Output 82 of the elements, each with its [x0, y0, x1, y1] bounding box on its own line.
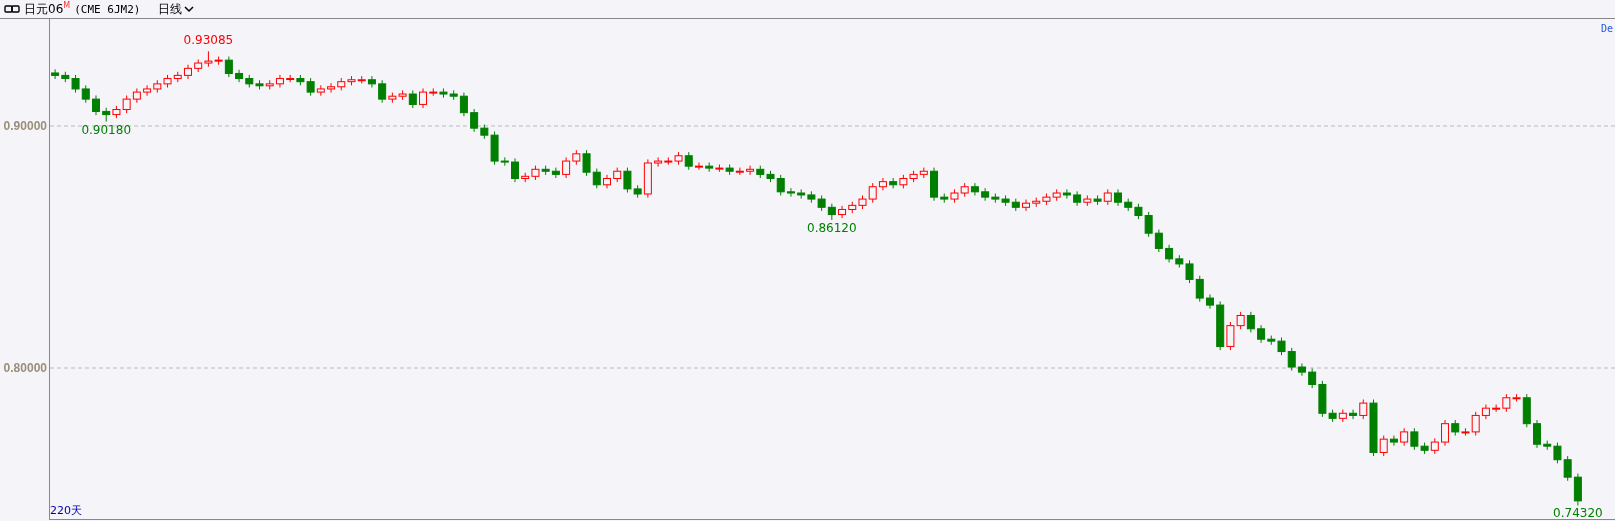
- candlestick: [153, 79, 162, 94]
- candlestick: [848, 201, 857, 214]
- candlestick: [1563, 455, 1572, 482]
- candlestick: [1073, 190, 1082, 207]
- candlestick: [337, 77, 346, 91]
- corner-label: De: [1600, 23, 1613, 34]
- contract-code: (CME 6JM2): [74, 2, 141, 16]
- candlestick: [275, 74, 284, 88]
- candlestick: [970, 182, 979, 196]
- candlestick: [92, 95, 100, 116]
- candlestick: [235, 69, 244, 83]
- candlestick: [705, 162, 714, 173]
- candlestick: [163, 74, 172, 88]
- candlestick: [51, 68, 60, 80]
- candlestick: [1338, 409, 1347, 423]
- candlestick: [899, 174, 908, 189]
- candlestick: [245, 74, 254, 88]
- link-icon[interactable]: [4, 5, 20, 13]
- candlestick: [1246, 311, 1255, 333]
- candlestick: [265, 79, 274, 90]
- price-annotation: 0.74320: [1553, 506, 1603, 521]
- candlestick: [991, 193, 1000, 204]
- candlestick: [347, 75, 356, 86]
- candlestick: [102, 107, 111, 123]
- candlestick: [1165, 244, 1174, 263]
- candlestick: [551, 167, 560, 179]
- candlestick: [1573, 473, 1582, 506]
- candlestick: [838, 205, 847, 219]
- candlestick: [286, 74, 295, 83]
- candlestick: [797, 188, 806, 200]
- candlestick: [1400, 427, 1409, 447]
- candlestick: [827, 203, 836, 221]
- candlestick: [1154, 229, 1163, 253]
- candlestick: [817, 194, 826, 212]
- candlestick: [715, 163, 724, 173]
- price-annotation: 0.86120: [807, 220, 857, 235]
- candlestick: [112, 105, 121, 119]
- candlestick: [1011, 198, 1020, 212]
- price-annotation: 0.90180: [81, 122, 131, 137]
- candlestick: [122, 95, 131, 114]
- candlestick: [1083, 194, 1092, 207]
- candlestick: [183, 64, 192, 80]
- chevron-icon: [184, 5, 195, 13]
- candlestick: [960, 182, 969, 198]
- candlestick: [1032, 197, 1041, 208]
- candlestick: [889, 177, 898, 189]
- candlestick: [1022, 199, 1030, 212]
- y-axis-label: 0.80000: [3, 361, 47, 375]
- candlestick: [1430, 437, 1439, 455]
- y-axis-label: 0.90000: [3, 118, 47, 133]
- candlestick: [603, 174, 611, 189]
- range-label: 220天: [50, 503, 82, 518]
- candlestick: [909, 170, 918, 183]
- candlestick: [1124, 198, 1133, 212]
- candlestick: [1042, 193, 1051, 206]
- candlestick: [511, 157, 519, 183]
- candlestick: [1062, 188, 1071, 200]
- period-dropdown[interactable]: 日线: [158, 0, 195, 18]
- candlestick: [562, 156, 571, 179]
- candlestick: [858, 194, 867, 210]
- candlestick: [143, 84, 152, 97]
- candlestick: [1114, 188, 1122, 207]
- candlestick: [746, 165, 755, 176]
- candlestick: [327, 82, 336, 94]
- candlestick: [756, 165, 765, 179]
- candlestick: [919, 167, 928, 179]
- candlestick: [1001, 194, 1010, 207]
- market-marker: M: [63, 1, 71, 10]
- candlestick: [807, 190, 816, 204]
- candlestick: [1052, 188, 1061, 202]
- candlestick: [592, 168, 601, 189]
- price-annotation: 0.93085: [183, 33, 234, 48]
- candlestick: [173, 71, 182, 83]
- symbol-name: 日元06: [24, 0, 64, 18]
- candlestick: [194, 58, 203, 73]
- candlestick: [81, 84, 90, 104]
- candlestick: [255, 79, 264, 90]
- candlestick: [132, 87, 141, 104]
- candlestick: [981, 187, 990, 202]
- candlestick: [439, 87, 448, 99]
- candlestick: [654, 156, 663, 168]
- candlestick: [1533, 419, 1541, 449]
